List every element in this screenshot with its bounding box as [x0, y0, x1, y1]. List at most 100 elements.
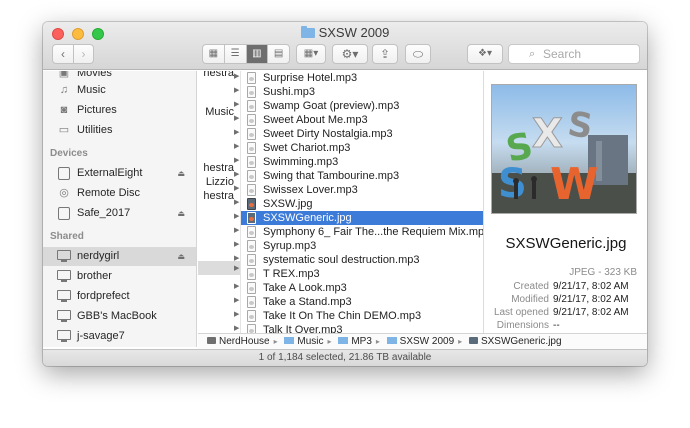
list-item[interactable]: hestra — [198, 162, 234, 174]
preview-image: S X S S W — [491, 84, 637, 214]
list-item[interactable]: hestra — [198, 190, 234, 202]
folder-icon — [338, 337, 349, 344]
cover-flow-button[interactable]: ▤ — [268, 45, 289, 63]
sidebar-item-music[interactable]: ♫ Music — [43, 81, 196, 100]
sidebar-item-fordprefect[interactable]: fordprefect — [43, 287, 196, 306]
column-view-button[interactable]: ▥ — [246, 45, 269, 63]
file-row[interactable]: Surprise Hotel.mp3 — [241, 71, 483, 85]
folder-icon — [386, 337, 397, 344]
file-row[interactable]: Take a Stand.mp3 — [241, 295, 483, 309]
path-item-music[interactable]: Music — [284, 334, 324, 349]
dropbox-button[interactable]: ❖▾ — [467, 44, 503, 64]
chevron-right-icon: ▶ — [234, 157, 240, 164]
chevron-right-icon: ▶ — [234, 265, 240, 272]
movies-icon: ▣ — [58, 71, 70, 79]
audio-file-icon — [247, 86, 256, 98]
monitor-icon — [57, 250, 71, 263]
audio-file-icon — [247, 156, 256, 168]
sidebar-item-remote-disc[interactable]: ◎ Remote Disc — [43, 184, 196, 203]
monitor-icon — [57, 310, 71, 323]
file-row[interactable]: Sushi.mp3 — [241, 85, 483, 99]
sidebar-item-brother[interactable]: brother — [43, 267, 196, 286]
list-item[interactable]: Music — [198, 106, 234, 118]
svg-text:S: S — [498, 161, 527, 207]
file-row[interactable]: Take A Look.mp3 — [241, 281, 483, 295]
chevron-right-icon: ▶ — [234, 171, 240, 178]
audio-file-icon — [247, 296, 256, 308]
search-placeholder: Search — [543, 47, 582, 61]
file-row[interactable]: Symphony 6_ Fair The...the Requiem Mix.m… — [241, 225, 483, 239]
eject-icon[interactable]: ⏏ — [177, 204, 185, 223]
audio-file-icon — [247, 142, 256, 154]
share-button[interactable]: ⇪ — [372, 44, 398, 64]
sidebar-item-externaleight[interactable]: ExternalEight ⏏ — [43, 164, 196, 183]
file-row[interactable]: Sweet Dirty Nostalgia.mp3 — [241, 127, 483, 141]
list-item[interactable]: hestra — [198, 71, 234, 79]
preview-pane: S X S S W SXSWGeneric.jpg JPEG - 323 KB … — [485, 71, 647, 333]
file-row[interactable]: Swet Chariot.mp3 — [241, 141, 483, 155]
file-row[interactable]: SXSW.jpg — [241, 197, 483, 211]
file-row[interactable]: Swamp Goat (preview).mp3 — [241, 99, 483, 113]
audio-file-icon — [247, 100, 256, 112]
path-item-nerdhouse[interactable]: NerdHouse — [207, 334, 270, 349]
file-row[interactable]: Swing that Tambourine.mp3 — [241, 169, 483, 183]
chevron-right-icon: ▶ — [234, 73, 240, 80]
icon-view-button[interactable]: ▦ — [203, 45, 225, 63]
arrange-button[interactable]: ▦▾ — [296, 44, 326, 64]
file-row[interactable]: Take It On The Chin DEMO.mp3 — [241, 309, 483, 323]
audio-file-icon — [247, 282, 256, 294]
file-row[interactable]: Sweet About Me.mp3 — [241, 113, 483, 127]
music-icon: ♫ — [59, 84, 69, 96]
nav-buttons: ‹ › — [52, 44, 94, 64]
sidebar-item-nerdygirl[interactable]: nerdygirl ⏏ — [43, 247, 196, 266]
sidebar-header-devices: Devices — [50, 148, 88, 159]
sidebar-item-safe-2017[interactable]: Safe_2017 ⏏ — [43, 204, 196, 223]
preview-file-type: JPEG - 323 KB — [569, 267, 637, 278]
file-row[interactable]: T REX.mp3 — [241, 267, 483, 281]
audio-file-icon — [247, 240, 256, 252]
forward-button[interactable]: › — [73, 45, 93, 63]
sidebar-item-utilities[interactable]: ▭ Utilities — [43, 121, 196, 140]
chevron-right-icon: ▶ — [234, 185, 240, 192]
path-item-sxsw-2009[interactable]: SXSW 2009 — [386, 334, 454, 349]
audio-file-icon — [247, 226, 256, 238]
svg-text:W: W — [550, 159, 599, 210]
file-row[interactable]: Swissex Lover.mp3 — [241, 183, 483, 197]
disc-icon: ◎ — [59, 187, 69, 199]
file-row[interactable]: Talk It Over.mp3 — [241, 323, 483, 333]
sidebar: ▣ Movies ♫ Music ◙ Pictures ▭ Utilities Devi… — [43, 71, 197, 347]
eject-icon[interactable]: ⏏ — [177, 247, 185, 266]
chevron-right-icon: ▶ — [234, 199, 240, 206]
file-row[interactable]: Swimming.mp3 — [241, 155, 483, 169]
sidebar-item-pictures[interactable]: ◙ Pictures — [43, 101, 196, 120]
monitor-icon — [57, 330, 71, 343]
sidebar-item-j-savage7[interactable]: j-savage7 — [43, 327, 196, 346]
view-switcher: ▦ ☰ ▥ ▤ — [202, 44, 290, 64]
status-bar: 1 of 1,184 selected, 21.86 TB available — [43, 349, 647, 366]
folder-icon — [284, 337, 295, 344]
list-item[interactable]: Lizzio — [198, 176, 234, 188]
file-row-selected[interactable]: SXSWGeneric.jpg — [241, 211, 483, 225]
chevron-right-icon: ▶ — [234, 213, 240, 220]
audio-file-icon — [247, 114, 256, 126]
search-field[interactable]: ⌕ Search — [508, 44, 640, 64]
action-gear-button[interactable]: ⚙▾ — [332, 44, 368, 64]
audio-file-icon — [247, 324, 256, 333]
chevron-right-icon: ▶ — [234, 311, 240, 318]
file-row[interactable]: Syrup.mp3 — [241, 239, 483, 253]
sidebar-item-gbbs-macbook[interactable]: GBB's MacBook — [43, 307, 196, 326]
image-file-icon — [247, 198, 256, 210]
server-icon — [207, 337, 216, 344]
path-item-mp3[interactable]: MP3 — [338, 334, 372, 349]
chevron-right-icon: ▶ — [234, 227, 240, 234]
chevron-right-icon: ▶ — [234, 101, 240, 108]
tag-button[interactable]: ⬭ — [405, 44, 431, 64]
list-view-button[interactable]: ☰ — [225, 45, 247, 63]
parent-column[interactable]: ▶ hestra ▶ ▶ Music ▶ ▶ ▶ ▶ ▶ hestra Lizz… — [198, 71, 241, 333]
back-button[interactable]: ‹ — [53, 45, 73, 63]
eject-icon[interactable]: ⏏ — [177, 164, 185, 183]
path-item-file[interactable]: SXSWGeneric.jpg — [468, 334, 562, 349]
chevron-right-icon: ▶ — [234, 115, 240, 122]
file-row[interactable]: systematic soul destruction.mp3 — [241, 253, 483, 267]
monitor-icon — [57, 290, 71, 303]
